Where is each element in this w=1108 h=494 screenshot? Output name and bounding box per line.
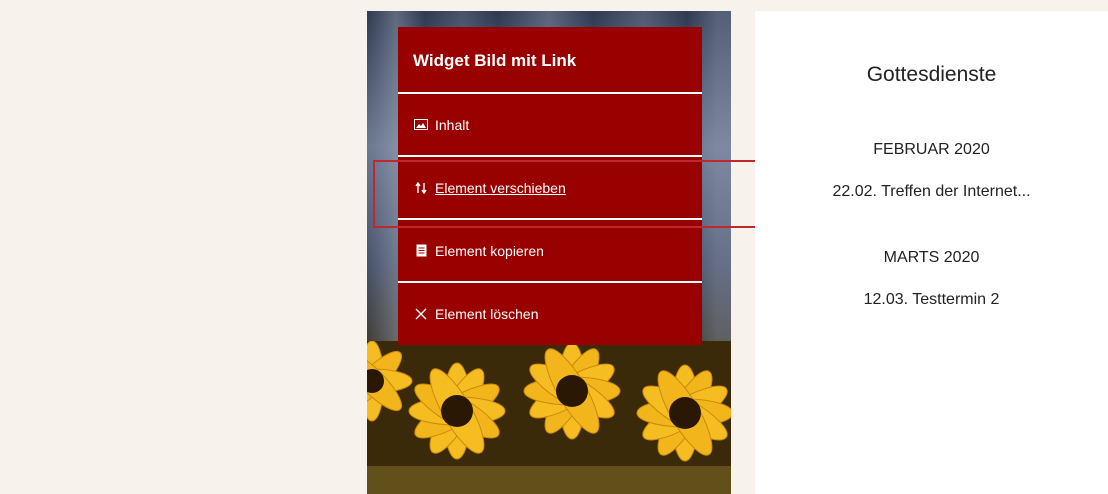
menu-item-label: Element verschieben	[435, 179, 566, 196]
image-icon	[413, 118, 429, 132]
menu-item-label: Element löschen	[435, 306, 539, 322]
menu-item-label: Element kopieren	[435, 242, 544, 259]
widget-context-menu: Widget Bild mit Link Inhalt Element vers…	[398, 27, 702, 345]
menu-item-label: Inhalt	[435, 116, 470, 133]
sunflower-image	[367, 341, 731, 494]
event-link[interactable]: 22.02. Treffen der Internet...	[755, 183, 1108, 201]
panel-title: Gottesdienste	[866, 63, 997, 86]
menu-item-inhalt[interactable]: Inhalt	[398, 94, 702, 157]
menu-title: Widget Bild mit Link	[398, 27, 702, 94]
menu-item-element-loeschen[interactable]: Element löschen	[398, 283, 702, 345]
close-icon	[413, 307, 429, 321]
menu-item-element-verschieben[interactable]: Element verschieben	[398, 157, 702, 220]
month-heading: FEBRUAR 2020	[873, 141, 990, 158]
menu-item-element-kopieren[interactable]: Element kopieren	[398, 220, 702, 283]
move-arrows-icon	[413, 181, 429, 195]
event-link[interactable]: 12.03. Testtermin 2	[755, 291, 1108, 309]
month-heading: MARTS 2020	[883, 249, 980, 266]
gottesdienste-panel: Gottesdienste FEBRUAR 2020 22.02. Treffe…	[755, 11, 1108, 494]
copy-icon	[413, 244, 429, 258]
